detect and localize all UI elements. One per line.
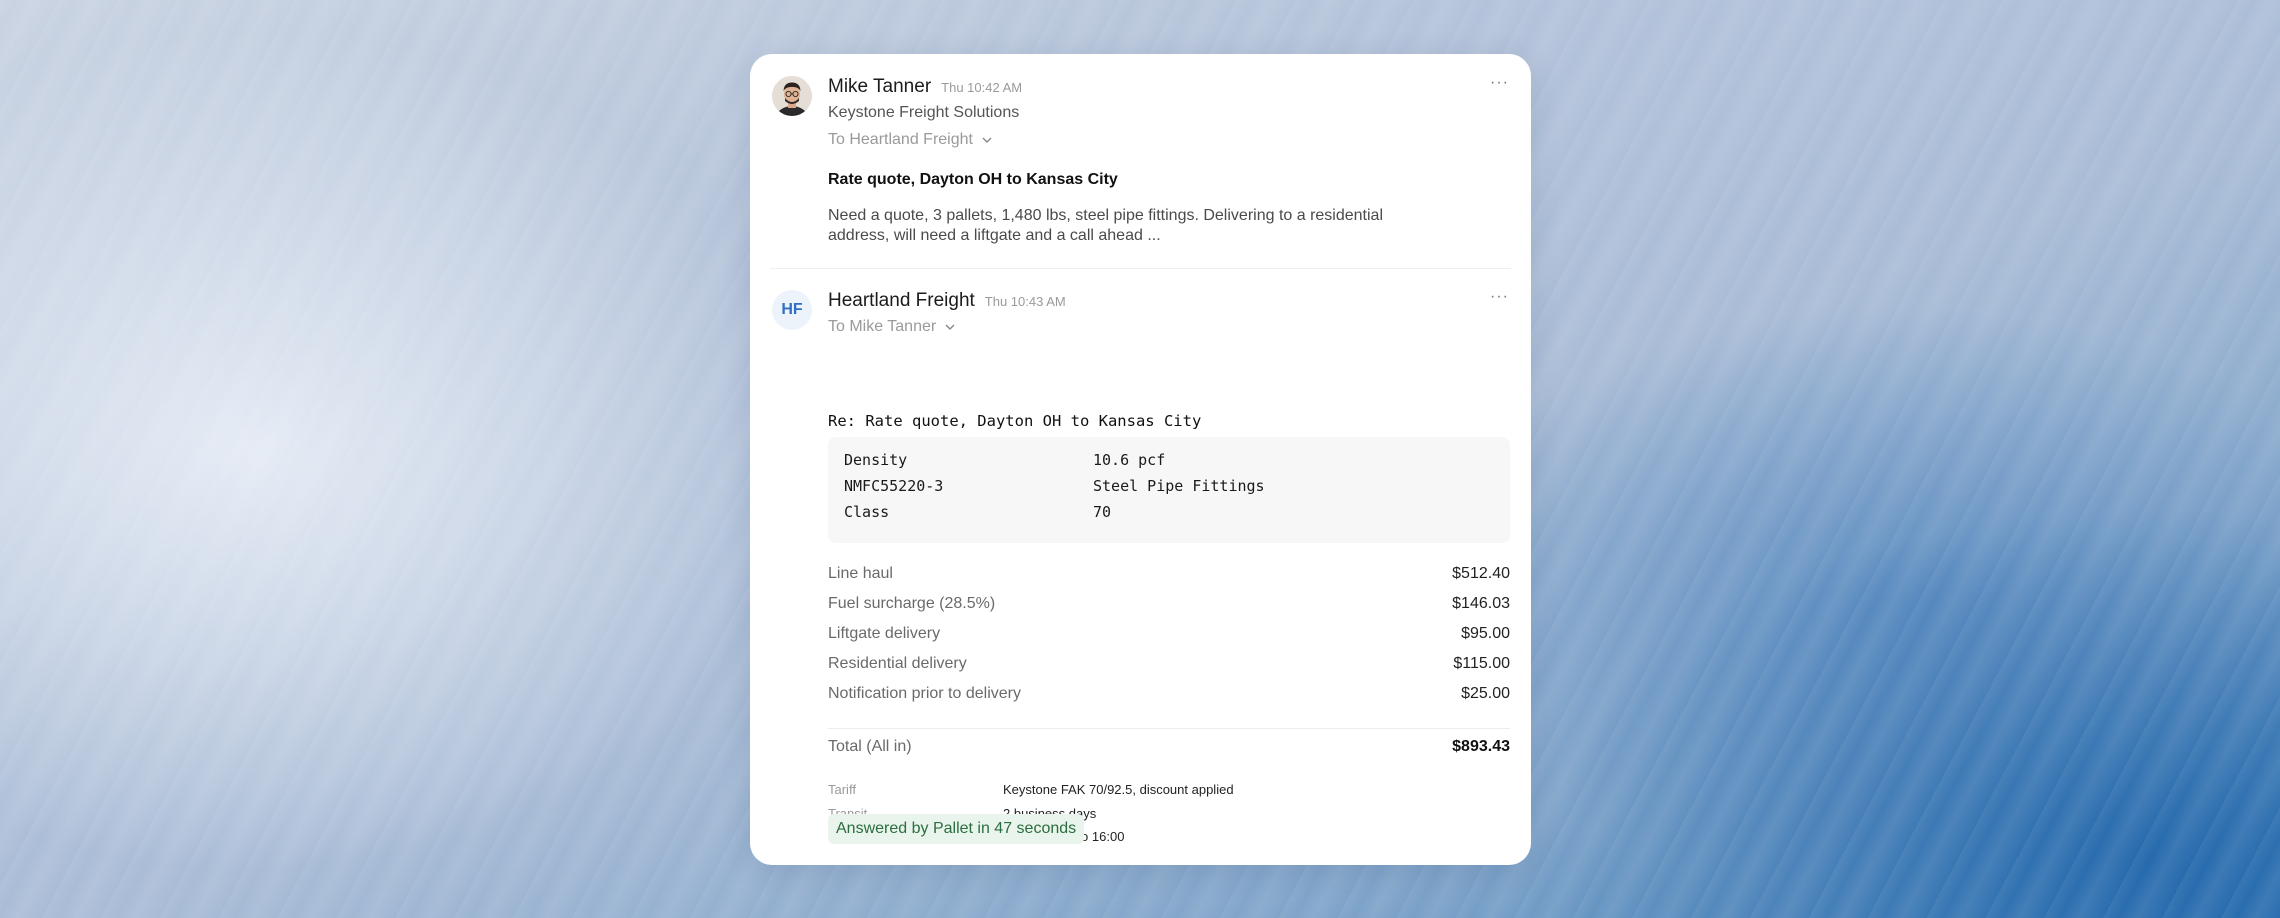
meta-value: Keystone FAK 70/92.5, discount applied (1003, 782, 1234, 797)
reply-subject: Re: Rate quote, Dayton OH to Kansas City (828, 412, 1202, 430)
charge-label: Line haul (828, 565, 893, 582)
charge-row: Liftgate delivery $95.00 (828, 619, 1510, 649)
charges-list: Line haul $512.40 Fuel surcharge (28.5%)… (828, 559, 1510, 709)
total-value: $893.43 (1452, 738, 1510, 755)
message-body: Need a quote, 3 pallets, 1,480 lbs, stee… (828, 207, 1383, 244)
message-mike-tanner: Mike Tanner Thu 10:42 AM Keystone Freight… (750, 54, 1531, 264)
spec-label: Density (844, 451, 908, 469)
spec-label: NMFC55220-3 (844, 477, 944, 495)
chevron-down-icon (982, 137, 992, 143)
charge-label: Residential delivery (828, 655, 967, 672)
charge-row: Notification prior to delivery $25.00 (828, 679, 1510, 709)
sender-name: Mike Tanner (828, 76, 932, 97)
charge-value: $115.00 (1453, 655, 1510, 672)
avatar[interactable] (772, 76, 812, 116)
email-thread-card: Mike Tanner Thu 10:42 AM Keystone Freight… (750, 54, 1531, 865)
message-heartland-freight: HF Heartland Freight Thu 10:43 AM To Mike… (750, 268, 1531, 865)
sender-company: Keystone Freight Solutions (828, 104, 1020, 121)
charge-value: $512.40 (1452, 565, 1510, 582)
message-time: Thu 10:43 AM (984, 294, 1066, 309)
more-options-button[interactable]: ··· (1490, 288, 1509, 306)
total-row: Total (All in) $893.43 (828, 738, 1510, 756)
charge-value: $25.00 (1461, 685, 1510, 702)
message-subject: Rate quote, Dayton OH to Kansas City (828, 171, 1118, 188)
sender-line: Mike Tanner Thu 10:42 AM (828, 76, 1022, 98)
sender-line: Heartland Freight Thu 10:43 AM (828, 290, 1066, 312)
charge-label: Notification prior to delivery (828, 685, 1021, 702)
avatar-photo-icon (772, 76, 812, 116)
sender-name: Heartland Freight (828, 290, 975, 311)
meta-row: Tariff Keystone FAK 70/92.5, discount ap… (828, 782, 1234, 806)
total-divider (828, 728, 1510, 729)
charge-value: $95.00 (1461, 625, 1510, 642)
spec-label: Class (844, 503, 890, 521)
charge-row: Line haul $512.40 (828, 559, 1510, 589)
message-time: Thu 10:42 AM (941, 80, 1023, 95)
charge-row: Fuel surcharge (28.5%) $146.03 (828, 589, 1510, 619)
spec-value: Steel Pipe Fittings (1093, 477, 1265, 495)
meta-label: Tariff (828, 782, 856, 797)
total-label: Total (All in) (828, 738, 912, 755)
recipient-label: To Heartland Freight (828, 131, 973, 148)
spec-value: 10.6 pcf (1093, 451, 1166, 469)
charge-row: Residential delivery $115.00 (828, 649, 1510, 679)
avatar-initials[interactable]: HF (772, 290, 812, 330)
recipient-dropdown[interactable]: To Mike Tanner (828, 318, 956, 336)
spec-value: 70 (1093, 503, 1112, 521)
spec-box: Density 10.6 pcf NMFC55220-3 Steel Pipe … (828, 437, 1510, 543)
more-options-button[interactable]: ··· (1490, 74, 1509, 92)
response-time-badge: Answered by Pallet in 47 seconds (828, 814, 1085, 844)
recipient-label: To Mike Tanner (828, 318, 937, 335)
spec-row: Class 70 (844, 503, 1494, 529)
charge-value: $146.03 (1452, 595, 1510, 612)
charge-label: Liftgate delivery (828, 625, 941, 642)
spec-row: Density 10.6 pcf (844, 451, 1494, 477)
spec-row: NMFC55220-3 Steel Pipe Fittings (844, 477, 1494, 503)
chevron-down-icon (945, 324, 955, 330)
charge-label: Fuel surcharge (28.5%) (828, 595, 996, 612)
recipient-dropdown[interactable]: To Heartland Freight (828, 131, 993, 149)
